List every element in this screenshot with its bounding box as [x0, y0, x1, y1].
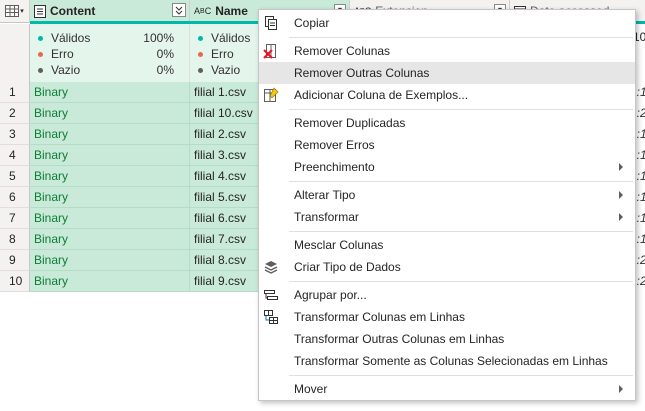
menu-item-remove-other-columns[interactable]: Remover Outras Colunas — [259, 62, 635, 84]
menu-item-merge-columns[interactable]: Mesclar Colunas — [259, 234, 635, 256]
column-header-label: Name — [215, 4, 248, 18]
menu-item-unpivot-selected-columns[interactable]: Transformar Somente as Colunas Seleciona… — [259, 350, 635, 372]
stat-error: Erro 0% — [38, 46, 182, 62]
row-number[interactable]: 9 — [0, 250, 30, 271]
row-number[interactable]: 7 — [0, 208, 30, 229]
menu-item-unpivot-other-columns[interactable]: Transformar Outras Colunas em Linhas — [259, 328, 635, 350]
menu-item-create-data-type[interactable]: Criar Tipo de Dados — [259, 256, 635, 278]
stat-valid: Válidos — [198, 30, 250, 46]
content-cell[interactable]: Binary — [30, 124, 190, 145]
menu-item-group-by[interactable]: Agrupar por... — [259, 284, 635, 306]
name-cell[interactable]: filial 4.csv — [190, 166, 260, 187]
chevron-down-icon: ▾ — [20, 8, 24, 15]
chevron-right-icon — [619, 191, 623, 199]
menu-item-add-column-from-examples[interactable]: Adicionar Coluna de Exemplos... — [259, 84, 635, 106]
binary-type-icon — [34, 4, 46, 18]
menu-separator — [289, 231, 633, 232]
chevron-right-icon — [619, 385, 623, 393]
stat-valid: Válidos 100% — [38, 30, 182, 46]
menu-item-copy[interactable]: Copiar — [259, 12, 635, 34]
menu-item-remove-errors[interactable]: Remover Erros — [259, 134, 635, 156]
chevron-right-icon — [619, 163, 623, 171]
valid-dot-icon — [198, 35, 203, 41]
menu-item-change-type[interactable]: Alterar Tipo — [259, 184, 635, 206]
menu-separator — [289, 37, 633, 38]
name-cell[interactable]: filial 9.csv — [190, 271, 260, 292]
menu-separator — [289, 281, 633, 282]
column-from-examples-icon — [264, 87, 279, 102]
menu-item-remove-columns[interactable]: Remover Colunas — [259, 40, 635, 62]
unpivot-icon — [264, 310, 278, 324]
stat-empty: Vazio 0% — [38, 62, 182, 78]
abc-text-type-icon: ABC — [194, 5, 212, 16]
data-type-layers-icon — [264, 261, 278, 274]
name-cell[interactable]: filial 8.csv — [190, 250, 260, 271]
menu-item-remove-duplicates[interactable]: Remover Duplicadas — [259, 112, 635, 134]
menu-item-transform[interactable]: Transformar — [259, 206, 635, 228]
remove-columns-icon — [263, 44, 276, 59]
double-chevron-down-icon — [175, 6, 183, 15]
menu-separator — [289, 375, 633, 376]
menu-item-unpivot-columns[interactable]: Transformar Colunas em Linhas — [259, 306, 635, 328]
column-header-label: Content — [50, 4, 96, 18]
error-dot-icon — [38, 51, 43, 57]
copy-icon — [265, 16, 277, 30]
menu-separator — [289, 181, 633, 182]
name-cell[interactable]: filial 6.csv — [190, 208, 260, 229]
name-cell[interactable]: filial 1.csv — [190, 82, 260, 103]
menu-item-fill[interactable]: Preenchimento — [259, 156, 635, 178]
error-dot-icon — [198, 51, 203, 57]
empty-dot-icon — [38, 67, 43, 73]
row-number-header — [0, 24, 30, 82]
table-menu-button[interactable]: ▾ — [0, 0, 30, 22]
name-cell[interactable]: filial 5.csv — [190, 187, 260, 208]
content-cell[interactable]: Binary — [30, 187, 190, 208]
name-cell[interactable]: filial 10.csv — [190, 103, 260, 124]
column-context-menu: Copiar Remover Colunas Remover Outras Co… — [258, 9, 636, 401]
menu-separator — [289, 109, 633, 110]
content-cell[interactable]: Binary — [30, 271, 190, 292]
row-number[interactable]: 2 — [0, 103, 30, 124]
group-by-icon — [264, 290, 278, 300]
content-cell[interactable]: Binary — [30, 250, 190, 271]
table-icon — [5, 5, 20, 17]
empty-dot-icon — [198, 67, 203, 73]
name-cell[interactable]: filial 2.csv — [190, 124, 260, 145]
menu-item-move[interactable]: Mover — [259, 378, 635, 400]
content-cell[interactable]: Binary — [30, 145, 190, 166]
content-cell[interactable]: Binary — [30, 103, 190, 124]
row-number[interactable]: 6 — [0, 187, 30, 208]
stat-error: Erro — [198, 46, 234, 62]
stat-empty: Vazio — [198, 62, 240, 78]
name-cell[interactable]: filial 7.csv — [190, 229, 260, 250]
row-number[interactable]: 3 — [0, 124, 30, 145]
expand-binary-button[interactable] — [172, 3, 186, 17]
row-number[interactable]: 1 — [0, 82, 30, 103]
column-quality-content: Válidos 100% Erro 0% Vazio 0% — [30, 24, 190, 82]
chevron-right-icon — [619, 213, 623, 221]
row-number[interactable]: 5 — [0, 166, 30, 187]
content-cell[interactable]: Binary — [30, 208, 190, 229]
content-cell[interactable]: Binary — [30, 82, 190, 103]
row-number[interactable]: 10 — [0, 271, 30, 292]
row-number[interactable]: 8 — [0, 229, 30, 250]
content-cell[interactable]: Binary — [30, 229, 190, 250]
content-cell[interactable]: Binary — [30, 166, 190, 187]
valid-dot-icon — [38, 35, 43, 41]
row-number[interactable]: 4 — [0, 145, 30, 166]
column-header-content[interactable]: Content — [30, 0, 190, 22]
name-cell[interactable]: filial 3.csv — [190, 145, 260, 166]
